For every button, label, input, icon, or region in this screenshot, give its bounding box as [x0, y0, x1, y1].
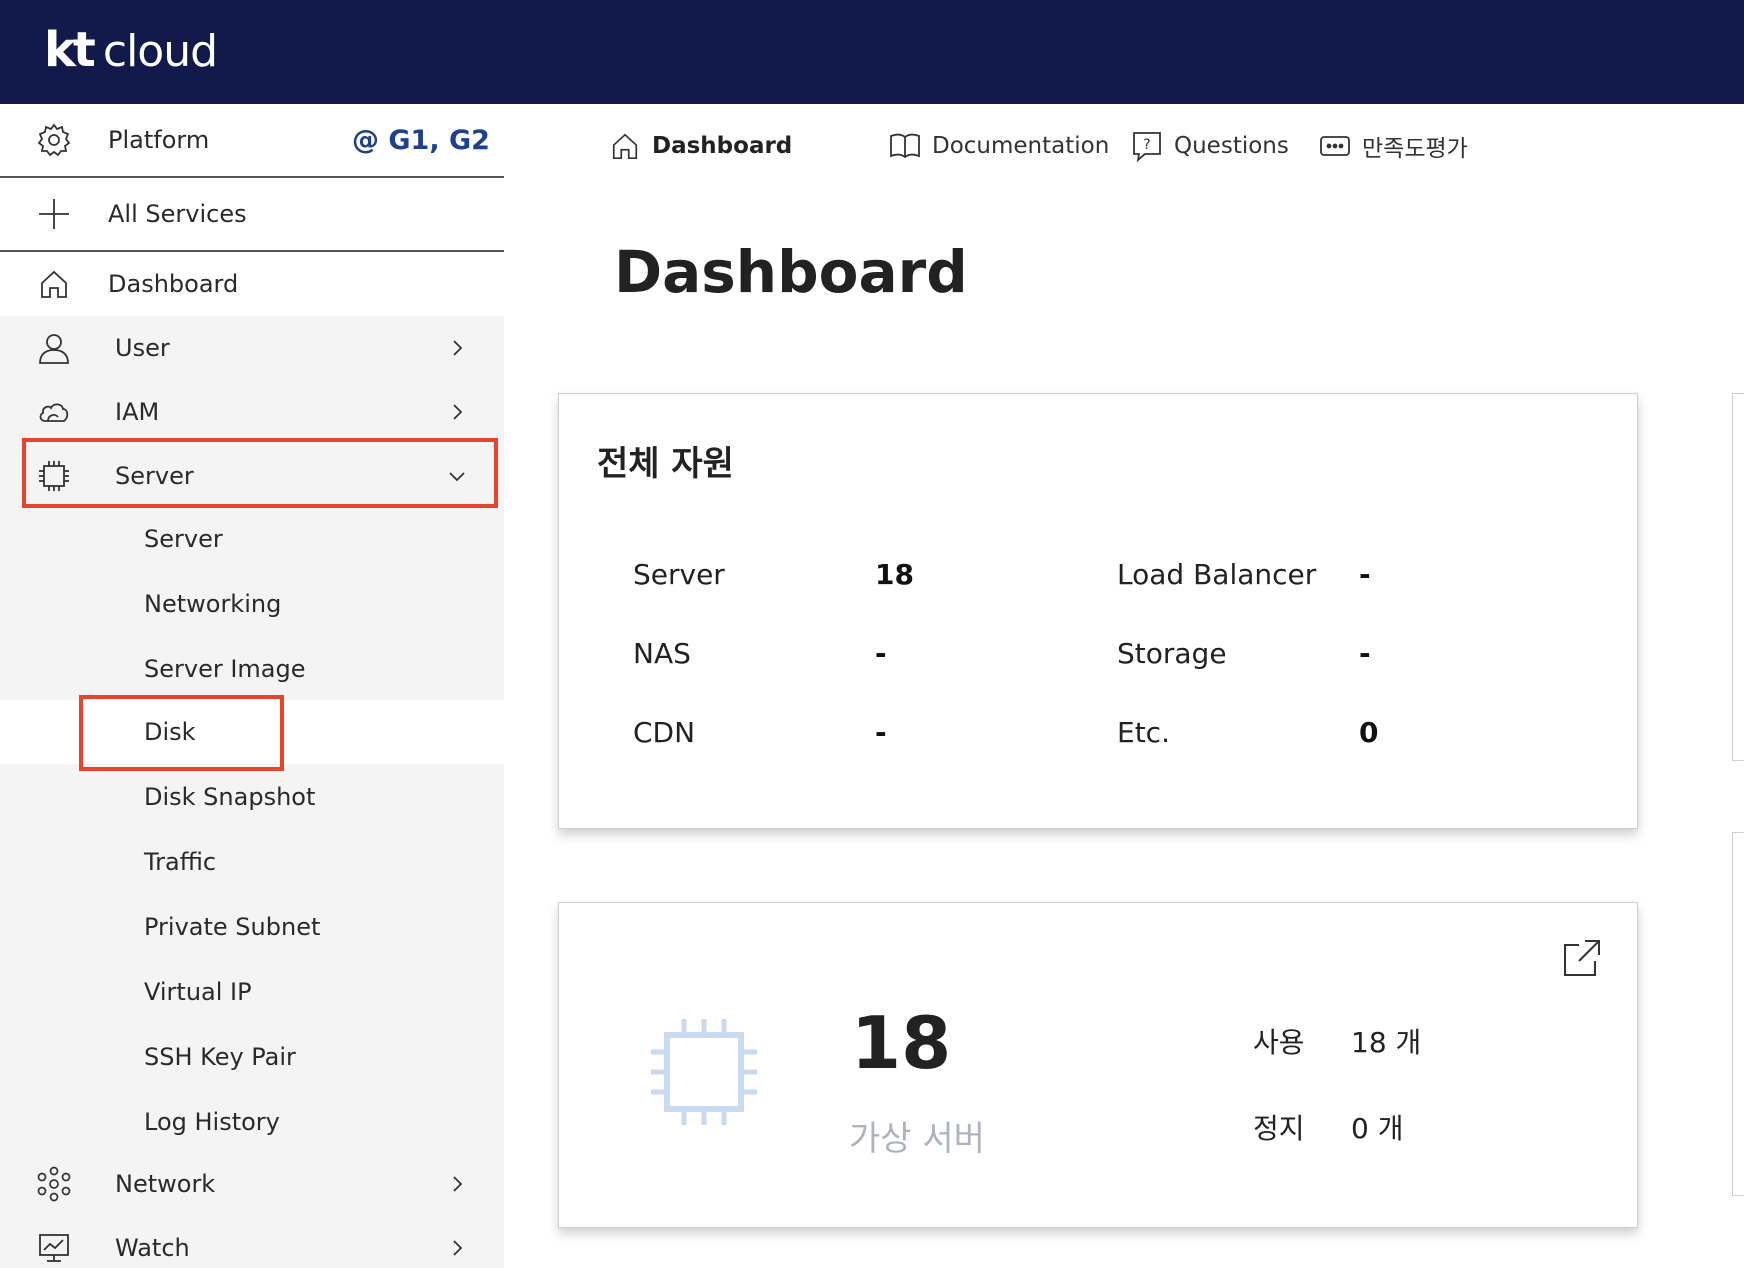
topnav-dashboard[interactable]: Dashboard [608, 122, 792, 170]
topnav-documentation-label: Documentation [932, 133, 1110, 159]
partial-card [1732, 832, 1744, 1196]
svg-text:?: ? [1143, 137, 1150, 153]
top-bar: kt cloud [0, 0, 1744, 104]
total-resources-card: 전체 자원 Server 18 Load Balancer - NAS - St… [558, 393, 1638, 829]
card-title: 전체 자원 [597, 444, 734, 484]
sidebar-subitem-private-subnet[interactable]: Private Subnet [0, 895, 504, 959]
sidebar-subitem-networking[interactable]: Networking [0, 572, 504, 636]
sidebar-subitem-log-history[interactable]: Log History [0, 1090, 504, 1154]
sidebar-item-iam[interactable]: IAM [0, 380, 504, 444]
topnav-survey[interactable]: 만족도평가 [1318, 122, 1468, 170]
kt-cloud-logo[interactable]: kt cloud [44, 22, 218, 78]
plus-icon [36, 196, 72, 232]
partial-card [1732, 393, 1744, 761]
stopped-value: 0 개 [1351, 1112, 1404, 1145]
logo-kt: kt [44, 22, 96, 78]
sidebar-subitem-disk-snapshot[interactable]: Disk Snapshot [0, 765, 504, 829]
topnav-documentation[interactable]: Documentation [888, 122, 1109, 170]
book-icon [888, 129, 922, 163]
resource-value: - [875, 637, 887, 670]
sidebar-item-user-label: User [115, 334, 170, 362]
sidebar-platform[interactable]: Platform @ G1, G2 [0, 104, 504, 176]
home-icon [36, 266, 72, 302]
sidebar-all-services-label: All Services [108, 200, 247, 228]
vm-count: 18 [851, 1001, 952, 1085]
sidebar-all-services[interactable]: All Services [0, 178, 504, 250]
resource-label: Server [633, 558, 725, 591]
sidebar-subitem-server-image[interactable]: Server Image [0, 637, 504, 701]
sidebar-item-watch-label: Watch [115, 1234, 190, 1262]
sidebar-subitem-server[interactable]: Server [0, 507, 504, 571]
vm-label: 가상 서버 [849, 1119, 985, 1159]
sidebar-subitem-traffic[interactable]: Traffic [0, 830, 504, 894]
resource-value: 0 [1359, 716, 1379, 749]
used-value: 18 개 [1351, 1026, 1422, 1059]
highlight-box-server [22, 438, 498, 508]
sidebar-item-user[interactable]: User [0, 316, 504, 380]
gear-icon [36, 122, 72, 158]
external-link-icon[interactable] [1561, 937, 1603, 979]
topnav-questions-label: Questions [1174, 133, 1289, 159]
used-label: 사용 [1253, 1026, 1305, 1059]
sidebar-item-dashboard-label: Dashboard [108, 270, 239, 298]
resource-value: - [1359, 637, 1371, 670]
virtual-server-card: 18 가상 서버 사용 18 개 정지 0 개 [558, 902, 1638, 1228]
sidebar-subitem-ssh-key-pair[interactable]: SSH Key Pair [0, 1025, 504, 1089]
resource-value: - [1359, 558, 1371, 591]
resource-label: Load Balancer [1117, 558, 1317, 591]
page-title: Dashboard [614, 238, 968, 306]
user-icon [36, 330, 72, 366]
sidebar-item-iam-label: IAM [115, 398, 160, 426]
chevron-right-icon [453, 404, 463, 420]
cloud-icon [36, 394, 72, 430]
sidebar-item-dashboard[interactable]: Dashboard [0, 252, 504, 316]
highlight-box-disk [79, 695, 284, 771]
chevron-right-icon [453, 340, 463, 356]
monitor-icon [36, 1230, 72, 1266]
platform-value[interactable]: @ G1, G2 [352, 125, 490, 156]
chevron-right-icon [453, 1240, 463, 1256]
resource-value: 18 [875, 558, 914, 591]
stopped-label: 정지 [1253, 1112, 1305, 1145]
chat-dots-icon [1318, 129, 1352, 163]
logo-cloud: cloud [102, 26, 218, 77]
sidebar-platform-label: Platform [108, 126, 210, 154]
sidebar: Platform @ G1, G2 All Services Dashboard… [0, 104, 504, 1268]
resource-value: - [875, 716, 887, 749]
sidebar-subitem-virtual-ip[interactable]: Virtual IP [0, 960, 504, 1024]
chevron-right-icon [453, 1176, 463, 1192]
sidebar-item-network[interactable]: Network [0, 1152, 504, 1216]
question-icon: ? [1130, 129, 1164, 163]
sidebar-item-network-label: Network [115, 1170, 216, 1198]
topnav-survey-label: 만족도평가 [1362, 136, 1468, 162]
resource-label: NAS [633, 637, 691, 670]
chip-icon [651, 1019, 757, 1125]
network-icon [36, 1166, 72, 1202]
home-icon [608, 129, 642, 163]
sidebar-item-watch[interactable]: Watch [0, 1216, 504, 1268]
topnav-questions[interactable]: ? Questions [1130, 122, 1289, 170]
resource-label: CDN [633, 716, 696, 749]
topnav-dashboard-label: Dashboard [652, 133, 793, 159]
resource-label: Storage [1117, 637, 1227, 670]
resource-label: Etc. [1117, 716, 1170, 749]
